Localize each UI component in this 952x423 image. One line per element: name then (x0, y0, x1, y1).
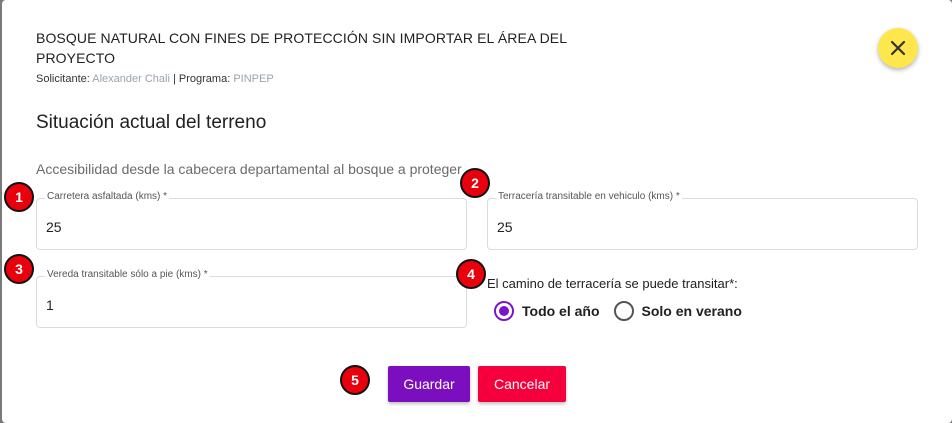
programa-value: PINPEP (233, 73, 274, 85)
vereda-field[interactable]: Vereda transitable sólo a pie (kms) * (36, 269, 467, 328)
vereda-label: Vereda transitable sólo a pie (kms) * (45, 269, 210, 280)
cancel-button[interactable]: Cancelar (478, 366, 566, 402)
terraceria-field[interactable]: Terracería transitable en vehiculo (kms)… (487, 191, 918, 250)
save-button[interactable]: Guardar (388, 366, 470, 402)
transit-question: El camino de terracería se puede transit… (487, 276, 738, 291)
meta-separator: | (172, 73, 176, 85)
radio-solo-en-verano-label: Solo en verano (641, 303, 742, 319)
vereda-input[interactable] (46, 297, 433, 313)
carretera-field[interactable]: Carretera asfaltada (kms) * (36, 191, 467, 250)
close-icon (890, 40, 906, 56)
step-badge-5: 5 (340, 365, 370, 395)
dialog-title: BOSQUE NATURAL CON FINES DE PROTECCIÓN S… (36, 30, 567, 66)
section-subtitle: Accesibilidad desde la cabecera departam… (36, 161, 462, 177)
terraceria-label: Terracería transitable en vehiculo (kms)… (496, 191, 682, 202)
carretera-input[interactable] (46, 219, 433, 235)
close-button[interactable] (878, 28, 918, 68)
radio-todo-el-ano-label: Todo el año (522, 303, 600, 319)
section-title: Situación actual del terreno (36, 112, 267, 133)
programa-label: Programa: (178, 73, 231, 85)
radio-todo-el-ano[interactable]: Todo el año (494, 301, 600, 321)
terraceria-input[interactable] (497, 219, 884, 235)
radio-checked-icon[interactable] (494, 301, 514, 321)
radio-unchecked-icon[interactable] (613, 301, 634, 321)
request-meta: Solicitante: Alexander Chali | Programa:… (36, 73, 274, 85)
radio-solo-en-verano[interactable]: Solo en verano (613, 301, 742, 321)
step-badge-4: 4 (456, 259, 486, 289)
step-badge-1: 1 (4, 182, 34, 212)
step-badge-2: 2 (460, 168, 490, 198)
carretera-label: Carretera asfaltada (kms) * (45, 191, 170, 202)
solicitante-label: Solicitante: (36, 73, 90, 85)
dialog: BOSQUE NATURAL CON FINES DE PROTECCIÓN S… (2, 0, 952, 423)
transit-radio-group: Todo el año Solo en verano (494, 301, 756, 321)
step-badge-3: 3 (4, 254, 34, 284)
solicitante-value: Alexander Chali (92, 73, 170, 85)
